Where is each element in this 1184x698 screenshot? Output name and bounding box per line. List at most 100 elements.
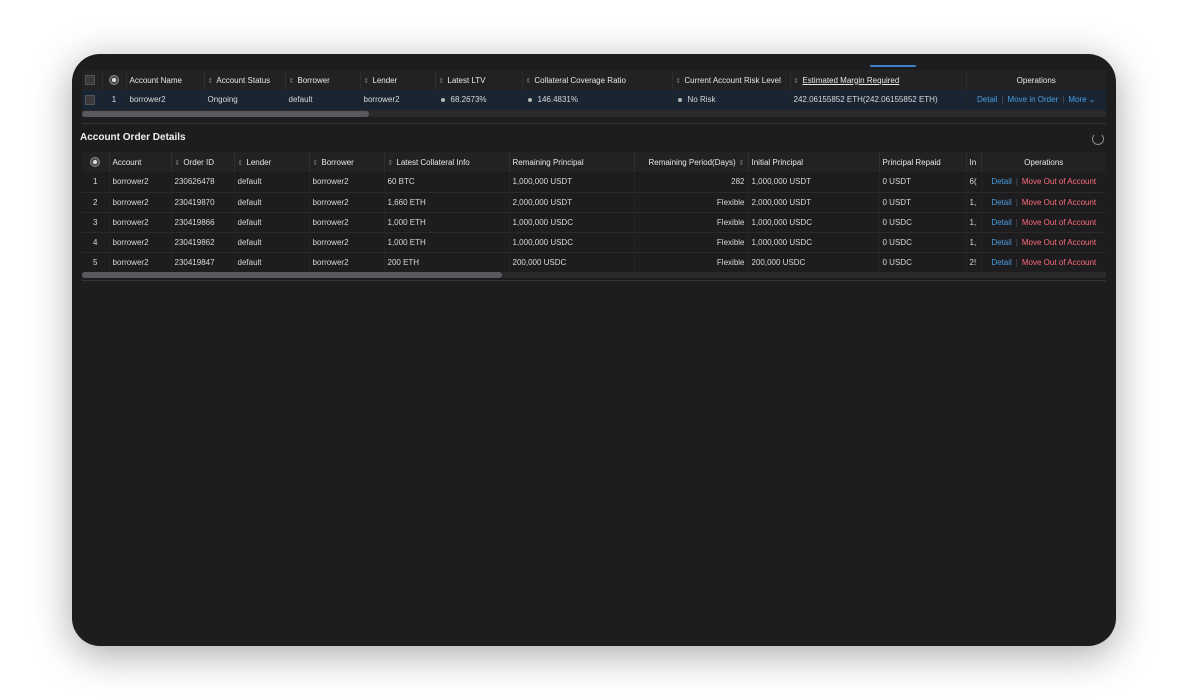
col-risk-level[interactable]: ⇕ Current Account Risk Level (672, 70, 791, 90)
col-truncated: In (966, 152, 982, 172)
move-out-of-account-link[interactable]: Move Out of Account (1022, 177, 1096, 186)
detail-link[interactable]: Detail (977, 95, 997, 104)
cell-borrower: borrower2 (309, 252, 385, 273)
detail-link[interactable]: Detail (991, 238, 1011, 247)
col-estimated-margin[interactable]: ⇕ Estimated Margin Required (790, 70, 967, 90)
sort-icon[interactable]: ⇕ (739, 160, 745, 167)
move-out-of-account-link[interactable]: Move Out of Account (1022, 198, 1096, 207)
checkbox-icon[interactable] (85, 75, 95, 85)
col-account[interactable]: Account (109, 152, 172, 172)
cell-remaining-period: Flexible (634, 212, 749, 233)
table-row[interactable]: 1 borrower2 Ongoing default borrower2 68… (82, 90, 1106, 111)
cell-collateral: 1,000 ETH (384, 232, 510, 253)
cell-borrower: borrower2 (309, 232, 385, 253)
sort-icon[interactable]: ⇕ (364, 78, 370, 85)
cell-truncated: 1, (966, 192, 982, 213)
scrollbar-thumb[interactable] (82, 272, 502, 278)
cell-borrower: borrower2 (309, 172, 385, 193)
move-out-of-account-link[interactable]: Move Out of Account (1022, 218, 1096, 227)
sort-icon[interactable]: ⇕ (289, 78, 295, 85)
radio-icon (90, 157, 101, 167)
refresh-icon[interactable] (1092, 133, 1104, 145)
cell-initial-principal: 1,000,000 USDC (748, 212, 880, 233)
detail-link[interactable]: Detail (991, 177, 1011, 186)
cell-truncated: 1, (966, 232, 982, 253)
sort-icon[interactable]: ⇕ (676, 78, 682, 85)
col-order-id[interactable]: ⇕ Order ID (171, 152, 235, 172)
sort-icon[interactable]: ⇕ (313, 160, 319, 167)
table-row[interactable]: 2 borrower2 230419870 default borrower2 1,660… (82, 192, 1106, 213)
cell-account: borrower2 (109, 232, 172, 253)
table-row[interactable]: 1 borrower2 230626478 default borrower2 60 BT… (82, 172, 1106, 193)
cell-borrower: default (285, 90, 361, 111)
section-divider (82, 280, 1106, 281)
order-table-scrollbar[interactable] (82, 272, 1106, 278)
cell-principal-repaid: 0 USDC (879, 232, 967, 253)
sort-icon[interactable]: ⇕ (175, 160, 181, 167)
cell-order-id: 230419866 (171, 212, 235, 233)
checkbox-icon[interactable] (85, 94, 95, 105)
section-title: Account Order Details (80, 132, 186, 143)
select-all-checkbox[interactable] (82, 70, 103, 90)
sort-icon[interactable]: ⇕ (388, 160, 394, 167)
sort-icon[interactable]: ⇕ (526, 78, 532, 85)
chevron-down-icon: ⌄ (1088, 95, 1096, 105)
col-borrower[interactable]: ⇕ Borrower (285, 70, 361, 90)
col-remaining-principal: Remaining Principal (509, 152, 635, 172)
cell-principal-repaid: 0 USDT (879, 172, 967, 193)
table-row[interactable]: 3 borrower2 230419866 default borrower2 1,000… (82, 212, 1106, 233)
cell-truncated: 6( (966, 172, 982, 193)
row-index: 3 (82, 212, 110, 233)
col-lender[interactable]: ⇕ Lender (360, 70, 436, 90)
detail-link[interactable]: Detail (991, 198, 1011, 207)
col-initial-principal: Initial Principal (748, 152, 880, 172)
cell-operations: Detail | Move Out of Account (981, 232, 1106, 253)
col-account-name[interactable]: Account Name (126, 70, 205, 90)
status-dot-icon (527, 97, 532, 102)
radio-icon (109, 75, 119, 85)
cell-principal-repaid: 0 USDT (879, 192, 967, 213)
col-operations: Operations (981, 152, 1106, 172)
cell-order-id: 230626478 (171, 172, 235, 193)
sort-icon[interactable]: ⇕ (208, 78, 214, 85)
cell-lender: default (234, 172, 310, 193)
row-index: 2 (82, 192, 110, 213)
table-row[interactable]: 5 borrower2 230419847 default borrower2 200 E… (82, 252, 1106, 273)
cell-remaining-period: Flexible (634, 252, 749, 273)
col-collateral-coverage-ratio[interactable]: ⇕ Collateral Coverage Ratio (522, 70, 673, 90)
account-table-scrollbar[interactable] (82, 111, 1106, 117)
col-remaining-period[interactable]: Remaining Period(Days) ⇕ (634, 152, 749, 172)
sort-icon[interactable]: ⇕ (439, 78, 445, 85)
cell-operations: Detail | Move Out of Account (981, 192, 1106, 213)
move-out-of-account-link[interactable]: Move Out of Account (1022, 258, 1096, 267)
more-dropdown[interactable]: More ⌄ (1068, 95, 1095, 104)
detail-link[interactable]: Detail (991, 258, 1011, 267)
cell-order-id: 230419870 (171, 192, 235, 213)
col-operations: Operations (966, 70, 1106, 90)
row-index: 1 (82, 172, 110, 193)
cell-operations: Detail | Move Out of Account (981, 172, 1106, 193)
col-account-status[interactable]: ⇕ Account Status (204, 70, 286, 90)
status-dot-icon (440, 97, 445, 102)
cell-collateral: 1,000 ETH (384, 212, 510, 233)
scrollbar-thumb[interactable] (82, 111, 369, 117)
col-borrower[interactable]: ⇕ Borrower (309, 152, 385, 172)
cell-collateral: 200 ETH (384, 252, 510, 273)
cell-remaining-principal: 1,000,000 USDC (509, 232, 635, 253)
detail-link[interactable]: Detail (991, 218, 1011, 227)
move-out-of-account-link[interactable]: Move Out of Account (1022, 238, 1096, 247)
table-row[interactable]: 4 borrower2 230419862 default borrower2 1,000… (82, 232, 1106, 253)
cell-truncated: 1, (966, 212, 982, 233)
cell-remaining-period: Flexible (634, 232, 749, 253)
order-table-header: Account ⇕ Order ID ⇕ Lender ⇕ Borrower ⇕ Lat… (82, 152, 1106, 172)
sort-icon[interactable]: ⇕ (238, 160, 244, 167)
col-lender[interactable]: ⇕ Lender (234, 152, 310, 172)
cell-account: borrower2 (109, 252, 172, 273)
sort-icon[interactable]: ⇕ (794, 78, 800, 85)
move-in-order-link[interactable]: Move in Order (1008, 95, 1059, 104)
row-checkbox[interactable] (82, 90, 103, 111)
col-latest-collateral[interactable]: ⇕ Latest Collateral Info (384, 152, 510, 172)
cell-collateral-coverage: 146.4831% (522, 90, 673, 111)
cell-lender: default (234, 192, 310, 213)
col-latest-ltv[interactable]: ⇕ Latest LTV (435, 70, 523, 90)
